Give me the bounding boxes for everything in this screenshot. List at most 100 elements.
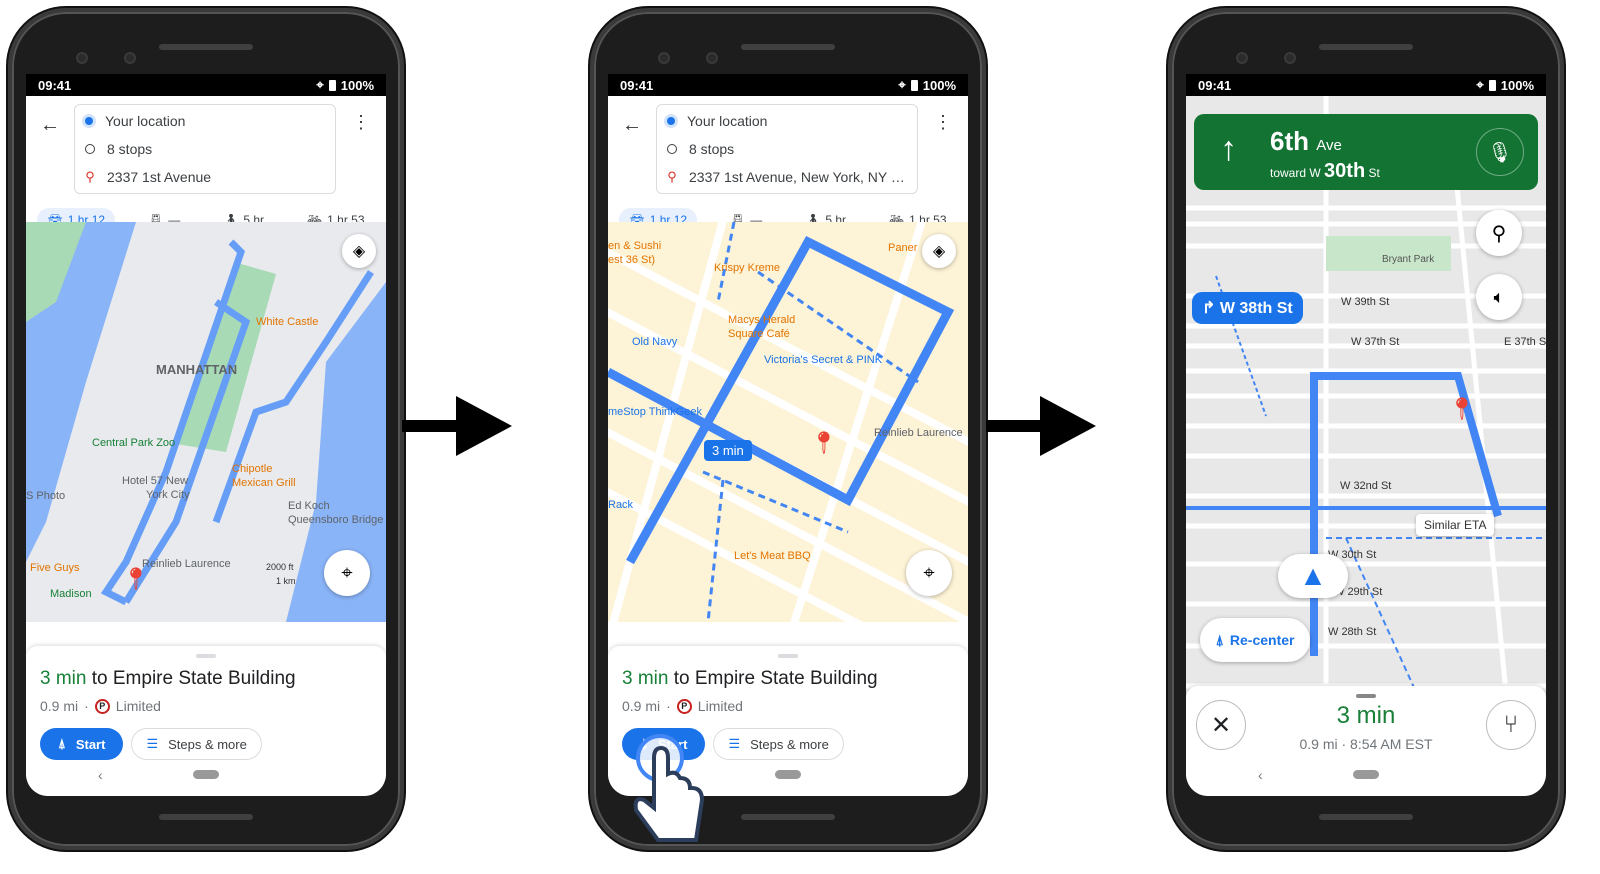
flow-arrow-1	[402, 396, 512, 456]
front-sensor	[124, 52, 136, 64]
map-overview[interactable]: MANHATTAN White Castle Central Park Zoo …	[26, 222, 386, 622]
fork-routes-icon: ⑂	[1503, 711, 1519, 738]
sheet-handle[interactable]	[778, 654, 798, 658]
destination-pin-icon: ⚲	[85, 169, 95, 184]
location-icon: ⌖	[898, 77, 906, 92]
battery-icon	[328, 79, 336, 91]
scale-km: 1 km	[276, 576, 296, 586]
route-input-box: Your location 8 stops ⚲ 2337 1st Avenue	[74, 104, 336, 194]
origin-field[interactable]: Your location	[667, 111, 767, 131]
search-icon: ⚲	[1491, 222, 1507, 245]
straight-arrow-icon: ↑	[1220, 130, 1237, 168]
status-time: 09:41	[38, 77, 72, 93]
location-icon: ⌖	[1476, 77, 1484, 92]
map-label-hotel-2: York City	[146, 489, 190, 501]
more-options-icon[interactable]: ⋮	[352, 112, 370, 133]
battery-icon	[1488, 79, 1496, 91]
search-button[interactable]: ⚲	[1476, 210, 1522, 256]
nav-arrow-icon: ▲	[1299, 560, 1327, 591]
stops-field[interactable]: 8 stops	[85, 139, 152, 159]
parking-icon: P	[676, 698, 692, 714]
route-summary: 3 min to Empire State Building	[622, 668, 878, 689]
map-label-old-navy: Old Navy	[632, 336, 678, 348]
alternate-routes-button[interactable]: ⑂	[1486, 700, 1536, 750]
nav-back-icon[interactable]: ‹	[1258, 767, 1263, 783]
back-arrow-icon[interactable]: ←	[622, 114, 642, 137]
map-label-reinlieb: Reinlieb Laurence	[874, 427, 963, 439]
turn-right-icon: ↱	[1202, 300, 1216, 317]
speaker-icon: 🔈︎	[1493, 286, 1505, 307]
map-label-five-guys: Five Guys	[30, 562, 80, 574]
bottom-speaker	[741, 814, 835, 820]
destination-pin-icon: 📍︎	[122, 566, 150, 591]
my-location-button[interactable]: ⌖	[906, 550, 952, 596]
location-icon: ⌖	[316, 77, 324, 92]
map-zoomed[interactable]: en & Sushi est 36 St) Krispy Kreme Paner…	[608, 222, 968, 622]
map-label-chipotle: Chipotle	[232, 463, 273, 475]
microphone-icon: 🎙︎	[1487, 141, 1513, 164]
next-turn-bubble: ↱ W 38th St	[1192, 292, 1303, 324]
map-label-rack: Rack	[608, 499, 634, 511]
current-position-puck: ▲	[1278, 554, 1348, 598]
exit-navigation-button[interactable]: ✕	[1196, 700, 1246, 750]
origin-field[interactable]: Your location	[85, 111, 185, 131]
map-label-macys-2: Square Café	[728, 328, 790, 340]
android-nav-bar: ‹	[1186, 767, 1546, 784]
sheet-handle[interactable]	[196, 654, 216, 658]
start-button[interactable]: ⍋Start	[40, 728, 124, 760]
more-options-icon[interactable]: ⋮	[934, 112, 952, 133]
sheet-handle[interactable]	[1356, 694, 1376, 698]
bottom-speaker	[1319, 814, 1413, 820]
phone-frame-1: 09:41 ⌖ 100% ← Your location 8 stops ⚲ 233…	[8, 8, 404, 850]
phone-frame-3: 09:41 ⌖ 100% ↑ 6th Ave toward W 30th St …	[1168, 8, 1564, 850]
stop-circle-icon	[667, 144, 677, 154]
stop-circle-icon	[85, 144, 95, 154]
crosshair-icon: ⌖	[341, 561, 353, 584]
destination-field[interactable]: ⚲ 2337 1st Avenue, New York, NY 1...	[667, 167, 909, 187]
layers-button[interactable]: ◈	[922, 234, 956, 268]
stops-field[interactable]: 8 stops	[667, 139, 734, 159]
nav-home-pill[interactable]	[775, 770, 801, 779]
map-label-lets-meat-bbq: Let's Meat BBQ	[734, 550, 811, 562]
earpiece	[1319, 44, 1413, 50]
tap-hand-icon	[633, 734, 705, 842]
navigation-arrow-icon: ⍋	[58, 736, 66, 751]
toward-street: toward W 30th St	[1270, 160, 1380, 182]
nav-home-pill[interactable]	[193, 770, 219, 779]
voice-button[interactable]: 🎙︎	[1476, 128, 1524, 176]
flow-arrow-2	[986, 396, 1096, 456]
front-camera	[658, 52, 670, 64]
route-details: 0.9 mi · P Limited	[622, 698, 743, 714]
back-arrow-icon[interactable]: ←	[40, 114, 60, 137]
battery-icon	[910, 79, 918, 91]
battery-level: 100%	[1500, 77, 1534, 93]
layers-button[interactable]: ◈	[342, 234, 376, 268]
map-label-hotel: Hotel 57 New	[122, 475, 189, 487]
nav-back-icon[interactable]: ‹	[98, 767, 103, 783]
list-icon: ☰	[146, 736, 159, 751]
recenter-button[interactable]: ⍋ Re-center	[1200, 618, 1310, 662]
crosshair-icon: ⌖	[923, 561, 935, 584]
map-label-paner: Paner	[888, 242, 918, 254]
map-label-ed-koch: Ed Koch	[288, 500, 330, 512]
destination-field[interactable]: ⚲ 2337 1st Avenue	[85, 167, 211, 187]
bottom-speaker	[159, 814, 253, 820]
steps-more-button[interactable]: ☰ Steps & more	[713, 728, 844, 760]
battery-level: 100%	[340, 77, 374, 93]
map-label-w28: W 28th St	[1328, 626, 1377, 638]
status-bar: 09:41 ⌖ 100%	[608, 74, 968, 96]
map-label-reinlieb: Reinlieb Laurence	[142, 558, 231, 570]
route-time-badge[interactable]: 3 min	[704, 440, 752, 461]
steps-more-button[interactable]: ☰ Steps & more	[131, 728, 262, 760]
layers-icon: ◈	[932, 243, 946, 260]
trip-summary-panel: 3 min 0.9 mi · 8:54 AM EST ✕ ⑂ ‹	[1186, 686, 1546, 796]
status-bar: 09:41 ⌖ 100%	[26, 74, 386, 96]
map-label-central-park-zoo: Central Park Zoo	[92, 437, 176, 449]
my-location-button[interactable]: ⌖	[324, 550, 370, 596]
similar-eta-callout[interactable]: Similar ETA	[1416, 514, 1495, 536]
sound-button[interactable]: 🔈︎	[1476, 274, 1522, 320]
map-label-krispy-kreme: Krispy Kreme	[714, 262, 781, 274]
navigation-arrow-icon: ⍋	[1215, 631, 1224, 648]
nav-home-pill[interactable]	[1353, 770, 1379, 779]
map-label-bryant-park: Bryant Park	[1382, 254, 1435, 265]
